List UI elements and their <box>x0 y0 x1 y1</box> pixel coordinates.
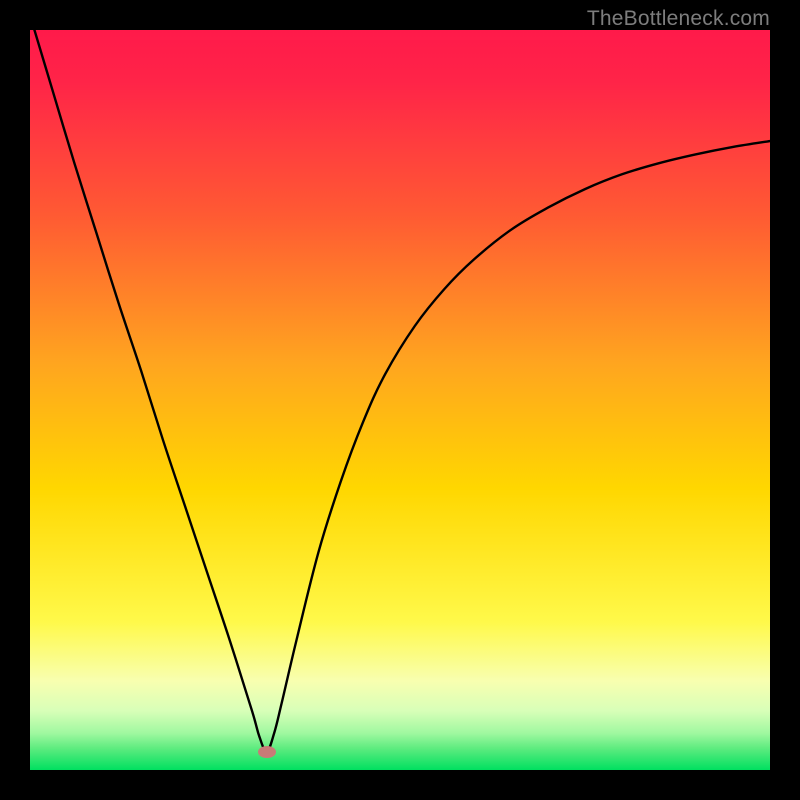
watermark-text: TheBottleneck.com <box>587 7 770 31</box>
bottleneck-curve <box>30 30 770 770</box>
optimal-point-marker <box>258 746 276 758</box>
plot-area <box>30 30 770 770</box>
chart-frame: TheBottleneck.com <box>0 0 800 800</box>
